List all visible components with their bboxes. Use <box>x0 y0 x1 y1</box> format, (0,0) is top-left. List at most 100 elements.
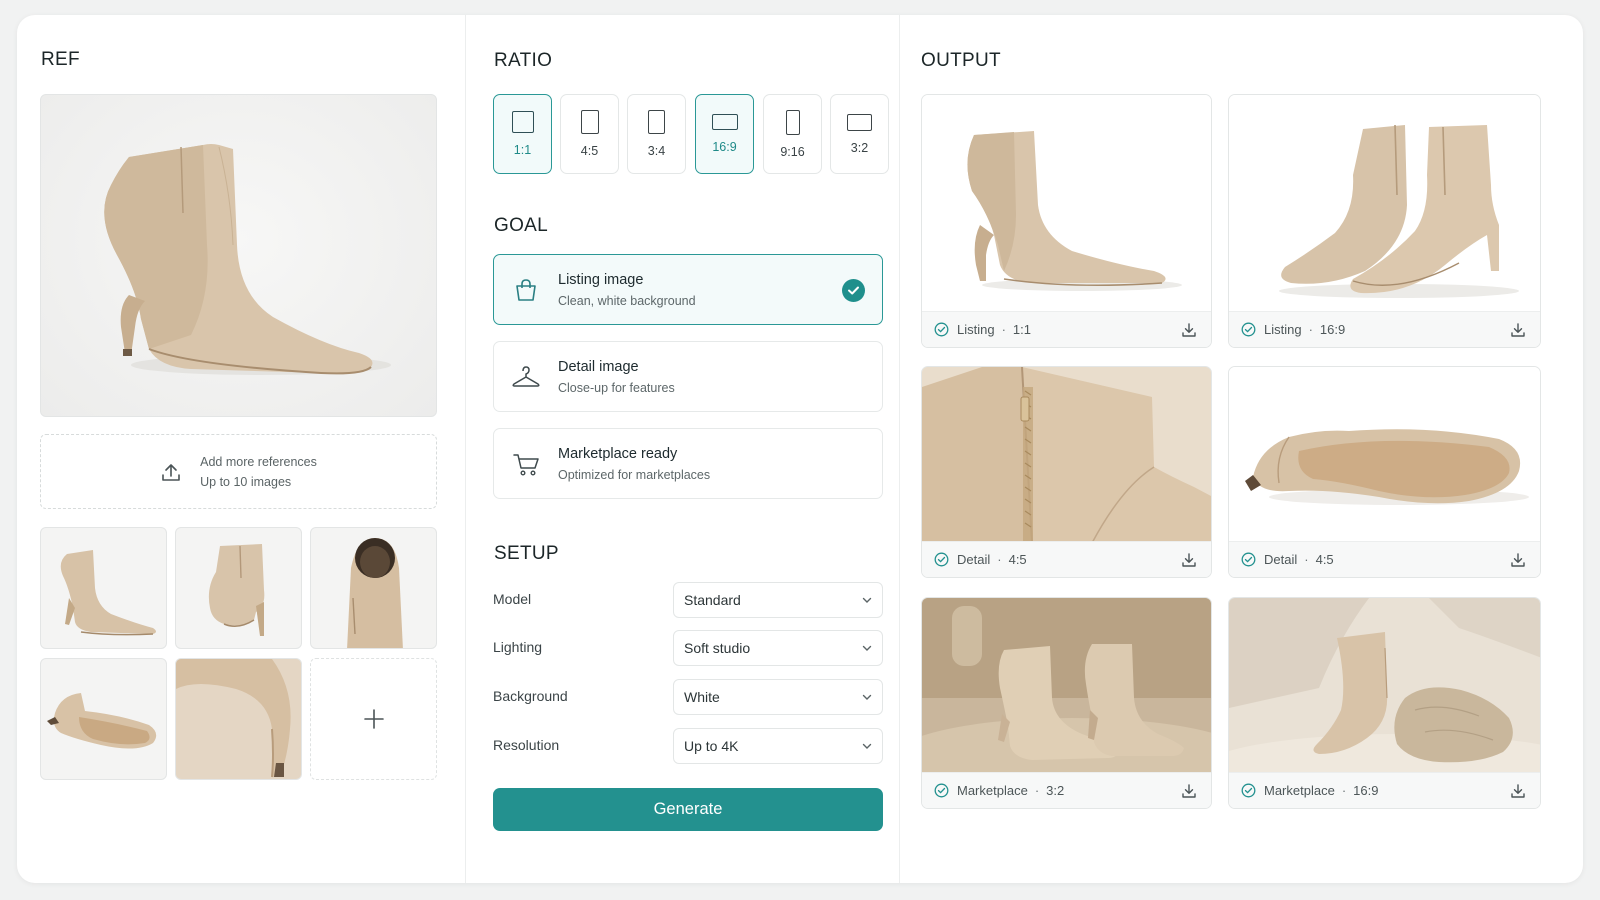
add-more-line2: Up to 10 images <box>200 474 292 489</box>
separator: · <box>1001 322 1006 337</box>
output-card[interactable]: Detail · 4:5 <box>1228 366 1541 578</box>
reference-thumbnail[interactable] <box>175 658 302 780</box>
ratio-option-9-16[interactable]: 9:16 <box>763 94 822 174</box>
reference-thumbnail[interactable] <box>40 658 167 780</box>
ratio-portrait-icon <box>580 110 599 134</box>
output-ratio: 16:9 <box>1353 783 1379 798</box>
ratio-option-1-1[interactable]: 1:1 <box>493 94 552 174</box>
goal-option-marketplace-ready[interactable]: Marketplace ready Optimized for marketpl… <box>493 428 883 499</box>
ratio-square-icon <box>511 111 534 133</box>
setup-label: Resolution <box>493 737 560 753</box>
ratio-label: 3:2 <box>850 140 869 155</box>
download-icon[interactable] <box>1181 322 1197 338</box>
output-image <box>1229 95 1540 313</box>
setup-row-model: Model Standard <box>493 582 883 618</box>
chevron-down-icon <box>862 643 872 653</box>
separator: · <box>997 552 1002 567</box>
add-reference-button[interactable] <box>310 658 437 780</box>
separator: · <box>1034 783 1040 798</box>
setup-title: SETUP <box>494 543 559 564</box>
reference-thumbnail[interactable] <box>310 527 437 649</box>
select-value: Standard <box>684 592 741 608</box>
goal-title-text: Marketplace ready <box>558 445 678 462</box>
main-reference-image[interactable] <box>40 94 437 417</box>
separator: · <box>1308 322 1313 337</box>
reference-thumbnail[interactable] <box>40 527 167 649</box>
output-panel: OUTPUT Listing · 1:1 Listing · 16:9 Deta… <box>899 15 1583 883</box>
reference-thumbnail[interactable] <box>175 527 302 649</box>
output-card[interactable]: Listing · 1:1 <box>921 94 1212 348</box>
output-card[interactable]: Detail · 4:5 <box>921 366 1212 578</box>
output-image <box>922 598 1211 774</box>
success-check-icon <box>1241 783 1256 798</box>
ratio-label: 16:9 <box>712 140 737 154</box>
ratio-label: 3:4 <box>647 144 666 158</box>
success-check-icon <box>934 322 949 337</box>
goal-option-detail-image[interactable]: Detail image Close-up for features <box>493 341 883 412</box>
success-check-icon <box>1241 552 1256 567</box>
output-card-footer: Listing · 16:9 <box>1229 311 1540 347</box>
lighting-select[interactable]: Soft studio <box>673 630 883 666</box>
select-value: Soft studio <box>684 640 751 656</box>
goal-subtitle-text: Optimized for marketplaces <box>558 467 711 482</box>
goal-title-text: Listing image <box>558 271 644 288</box>
output-type: Detail <box>1264 552 1298 567</box>
download-icon[interactable] <box>1181 552 1197 568</box>
resolution-select[interactable]: Up to 4K <box>673 728 883 764</box>
select-value: Up to 4K <box>684 738 739 754</box>
ratio-tall-icon <box>785 109 800 135</box>
background-select[interactable]: White <box>673 679 883 715</box>
success-check-icon <box>934 783 949 798</box>
add-more-line1: Add more references <box>200 454 317 469</box>
download-icon[interactable] <box>1510 552 1526 568</box>
ratio-label: 9:16 <box>780 144 805 159</box>
ratio-option-4-5[interactable]: 4:5 <box>560 94 619 174</box>
output-image <box>922 95 1211 313</box>
chevron-down-icon <box>862 595 872 605</box>
ratio-label: 1:1 <box>513 143 532 157</box>
setup-label: Lighting <box>493 639 543 655</box>
hanger-icon <box>494 363 558 391</box>
success-check-icon <box>934 552 949 567</box>
ratio-option-3-4[interactable]: 3:4 <box>627 94 686 174</box>
upload-icon <box>160 461 182 483</box>
output-card[interactable]: Listing · 16:9 <box>1228 94 1541 348</box>
output-card-footer: Marketplace · 16:9 <box>1229 772 1540 808</box>
ratio-option-16-9[interactable]: 16:9 <box>695 94 754 174</box>
output-type: Listing <box>957 322 995 337</box>
setup-row-resolution: Resolution Up to 4K <box>493 728 883 764</box>
add-more-references-dropzone[interactable]: Add more references Up to 10 images <box>40 434 437 509</box>
ratio-option-3-2[interactable]: 3:2 <box>830 94 889 174</box>
setup-row-lighting: Lighting Soft studio <box>493 630 883 666</box>
chevron-down-icon <box>862 741 872 751</box>
output-ratio: 16:9 <box>1319 322 1346 337</box>
output-type: Marketplace <box>1264 783 1335 798</box>
generate-button[interactable]: Generate <box>493 788 883 831</box>
goal-option-listing-image[interactable]: Listing image Clean, white background <box>493 254 883 325</box>
output-card-footer: Detail · 4:5 <box>922 541 1211 577</box>
output-card[interactable]: Marketplace · 16:9 <box>1228 597 1541 809</box>
app-window: REF Add more references Up to 10 images … <box>17 15 1583 883</box>
download-icon[interactable] <box>1181 783 1197 799</box>
download-icon[interactable] <box>1510 322 1526 338</box>
download-icon[interactable] <box>1510 783 1526 799</box>
ratio-portrait-icon <box>648 110 665 134</box>
setup-row-background: Background White <box>493 679 883 715</box>
model-select[interactable]: Standard <box>673 582 883 618</box>
ref-panel: REF Add more references Up to 10 images <box>17 15 465 883</box>
setup-label: Background <box>493 688 568 704</box>
output-type: Detail <box>957 552 991 567</box>
goal-title: GOAL <box>494 215 548 236</box>
output-card[interactable]: Marketplace · 3:2 <box>921 597 1212 809</box>
ratio-title: RATIO <box>494 50 553 71</box>
cart-icon <box>494 450 558 478</box>
setup-label: Model <box>493 591 532 607</box>
separator: · <box>1341 783 1347 798</box>
output-image <box>1229 598 1540 774</box>
goal-title-text: Detail image <box>558 358 639 375</box>
settings-panel: RATIO 1:1 4:5 3:4 16:9 9:16 3:2 GOAL Lis… <box>465 15 899 883</box>
ratio-label: 4:5 <box>580 144 599 158</box>
separator: · <box>1304 552 1309 567</box>
output-title: OUTPUT <box>921 50 1001 71</box>
output-ratio: 3:2 <box>1046 783 1065 798</box>
